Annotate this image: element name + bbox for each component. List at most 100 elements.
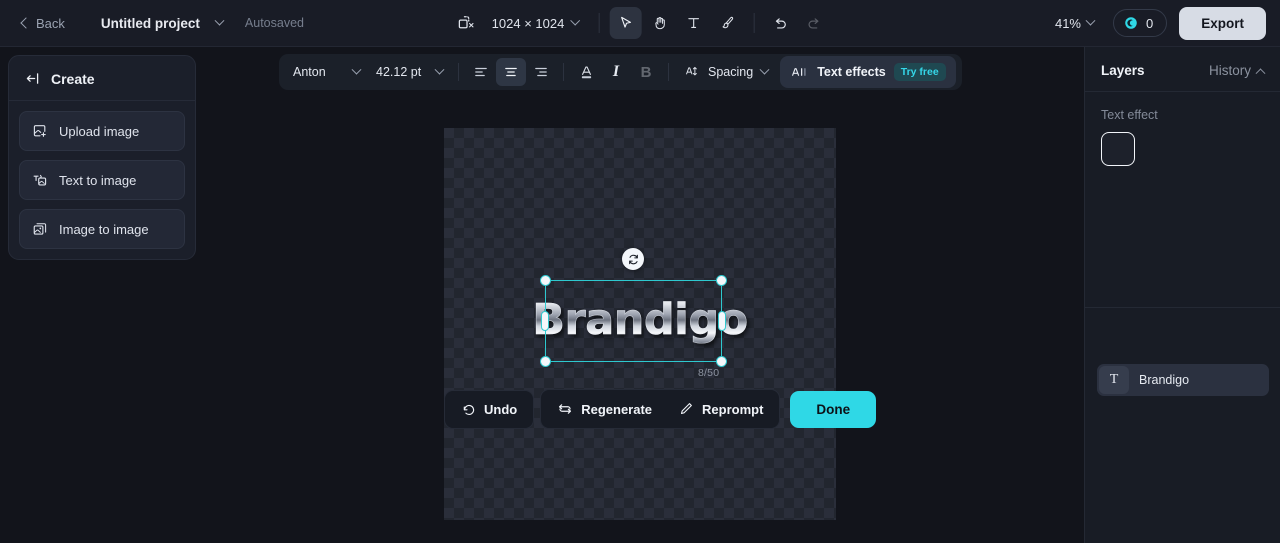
redo-icon xyxy=(808,17,819,29)
text-effects-label: Text effects xyxy=(817,65,886,79)
right-panel: Layers History Text effect M T Brandigo xyxy=(1084,47,1280,543)
text-to-image-button[interactable]: Text to image xyxy=(19,160,185,200)
text-to-image-icon xyxy=(33,174,47,186)
bold-button[interactable]: B xyxy=(631,58,661,86)
italic-button[interactable]: I xyxy=(601,58,631,86)
layer-name-label: Brandigo xyxy=(1139,373,1190,387)
image-to-image-icon xyxy=(33,223,47,235)
tab-history-label: History xyxy=(1208,63,1251,78)
canvas-resize-icon-button[interactable] xyxy=(450,7,482,39)
font-family-selector[interactable]: Anton xyxy=(285,59,368,85)
undo-icon xyxy=(463,404,475,415)
autosaved-status: Autosaved xyxy=(244,16,304,30)
resize-handle-right[interactable] xyxy=(718,311,726,331)
resize-handle-bottom-right[interactable] xyxy=(716,356,727,367)
chevron-down-icon xyxy=(214,15,225,26)
undo-action-button[interactable]: Undo xyxy=(448,394,530,425)
chevron-down-icon xyxy=(351,64,362,75)
project-menu-button[interactable] xyxy=(212,10,227,36)
chevron-down-icon xyxy=(1085,15,1096,26)
text-effects-button[interactable]: Text effects Try free xyxy=(780,56,956,88)
create-panel-items: Upload image Text to image Image to imag… xyxy=(9,101,195,249)
project-name[interactable]: Untitled project xyxy=(95,11,206,36)
spacing-icon xyxy=(686,66,697,76)
align-center-button[interactable] xyxy=(496,58,526,86)
cursor-icon xyxy=(620,16,631,28)
create-panel: Create Upload image Text to image Image … xyxy=(8,55,196,260)
align-right-icon xyxy=(535,67,547,77)
tab-history[interactable]: History xyxy=(1208,63,1266,79)
hand-tool-button[interactable] xyxy=(643,7,675,39)
spacing-selector[interactable]: Spacing xyxy=(676,58,776,86)
right-panel-tabs: Layers History xyxy=(1085,47,1280,92)
tab-layers[interactable]: Layers xyxy=(1101,63,1145,78)
export-button[interactable]: Export xyxy=(1179,6,1266,40)
done-button[interactable]: Done xyxy=(790,390,877,428)
reprompt-label: Reprompt xyxy=(702,401,764,417)
align-right-button[interactable] xyxy=(526,58,556,86)
zoom-level-value: 41% xyxy=(1054,15,1081,31)
regenerate-button[interactable]: Regenerate xyxy=(544,393,665,425)
text-format-toolbar: Anton 42.12 pt I B Spacing Text effects … xyxy=(279,54,962,90)
resize-canvas-icon xyxy=(458,15,474,28)
upload-image-icon xyxy=(33,125,46,137)
resize-handle-top-right[interactable] xyxy=(716,275,727,286)
credit-coin-icon xyxy=(1125,17,1137,29)
create-item-label: Upload image xyxy=(59,123,140,139)
collapse-panel-icon[interactable] xyxy=(24,70,41,87)
brush-tool-button[interactable] xyxy=(711,7,743,39)
redo-button[interactable] xyxy=(798,7,830,39)
hand-icon xyxy=(654,17,665,30)
canvas-size-value: 1024 × 1024 xyxy=(491,15,565,31)
undo-icon xyxy=(775,17,786,29)
artwork-text[interactable]: Brandigo xyxy=(532,295,749,346)
reprompt-button[interactable]: Reprompt xyxy=(665,393,776,425)
toolbar-divider xyxy=(598,13,600,33)
app-root: Back Untitled project Autosaved 1024 × 1… xyxy=(0,0,1280,543)
toolbar-divider xyxy=(563,63,564,81)
text-tool-button[interactable] xyxy=(677,7,709,39)
toolbar-divider xyxy=(458,63,459,81)
try-free-badge: Try free xyxy=(893,63,946,81)
regen-group: Regenerate Reprompt xyxy=(540,389,781,429)
create-item-label: Image to image xyxy=(59,221,149,237)
upload-image-button[interactable]: Upload image xyxy=(19,111,185,151)
regenerate-label: Regenerate xyxy=(581,401,653,417)
panel-divider xyxy=(1085,307,1280,308)
create-item-label: Text to image xyxy=(59,172,137,188)
chevron-up-icon xyxy=(1255,68,1266,79)
top-bar-right: 41% 0 Export xyxy=(1048,6,1266,40)
brush-icon xyxy=(722,16,733,29)
back-button-label: Back xyxy=(36,15,65,31)
align-left-icon xyxy=(475,67,487,77)
zoom-control[interactable]: 41% xyxy=(1048,11,1101,36)
text-icon xyxy=(687,18,699,29)
layer-row-brandigo[interactable]: T Brandigo xyxy=(1097,364,1269,396)
ai-text-effects-icon xyxy=(792,68,806,76)
undo-group: Undo xyxy=(444,389,535,429)
resize-handle-left[interactable] xyxy=(541,311,549,331)
text-effect-thumbnail[interactable]: M xyxy=(1101,132,1135,166)
credits-count: 0 xyxy=(1146,15,1154,31)
top-bar: Back Untitled project Autosaved 1024 × 1… xyxy=(0,0,1280,47)
image-to-image-button[interactable]: Image to image xyxy=(19,209,185,249)
pencil-icon xyxy=(680,403,692,415)
rotate-handle[interactable] xyxy=(622,248,644,270)
align-left-button[interactable] xyxy=(466,58,496,86)
text-color-icon xyxy=(581,66,591,78)
select-tool-button[interactable] xyxy=(609,7,642,39)
text-effect-thumbnail-letter: M xyxy=(1108,138,1128,160)
canvas-size-selector[interactable]: 1024 × 1024 xyxy=(484,11,587,36)
text-color-button[interactable] xyxy=(571,58,601,86)
undo-button[interactable] xyxy=(764,7,796,39)
font-family-value: Anton xyxy=(293,65,326,79)
top-bar-tools: 1024 × 1024 xyxy=(450,7,831,39)
resize-handle-top-left[interactable] xyxy=(540,275,551,286)
top-bar-left: Back Untitled project Autosaved xyxy=(0,10,304,36)
back-button[interactable]: Back xyxy=(14,11,73,36)
credits-badge[interactable]: 0 xyxy=(1113,9,1168,37)
font-size-selector[interactable]: 42.12 pt xyxy=(368,59,451,85)
chevron-down-icon xyxy=(434,64,445,75)
resize-handle-bottom-left[interactable] xyxy=(540,356,551,367)
create-panel-title: Create xyxy=(51,70,95,87)
